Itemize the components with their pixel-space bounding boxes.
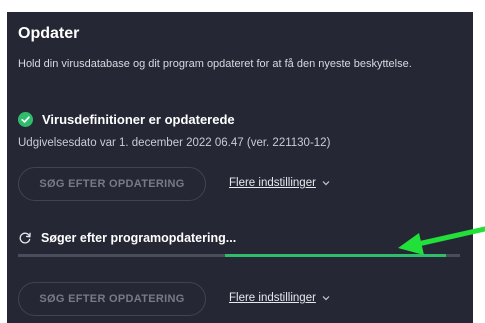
update-panel: Opdater Hold din virusdatabase og dit pr… [7,12,473,323]
chevron-down-icon [322,181,330,186]
more-settings-label: Flere indstillinger [229,177,316,189]
check-program-update-button[interactable]: SØG EFTER OPDATERING [18,282,206,316]
update-description: Hold din virusdatabase og dit program op… [18,58,412,70]
virus-definitions-status-text: Virusdefinitioner er opdaterede [42,112,235,127]
chevron-down-icon [322,296,330,301]
more-settings-link-program[interactable]: Flere indstillinger [229,292,330,304]
virus-definitions-status: Virusdefinitioner er opdaterede [18,112,235,127]
more-settings-label: Flere indstillinger [229,292,316,304]
program-update-status-text: Søger efter programopdatering... [41,231,237,245]
update-progress-bar [18,254,460,257]
check-circle-icon [18,112,33,127]
check-virus-update-button[interactable]: SØG EFTER OPDATERING [18,167,206,201]
program-update-status: Søger efter programopdatering... [18,231,236,245]
page-title: Opdater [18,25,80,42]
refresh-icon [19,232,31,244]
update-progress-fill [225,254,446,257]
more-settings-link-virus[interactable]: Flere indstillinger [229,177,330,189]
release-date-text: Udgivelsesdato var 1. december 2022 06.4… [18,137,331,149]
